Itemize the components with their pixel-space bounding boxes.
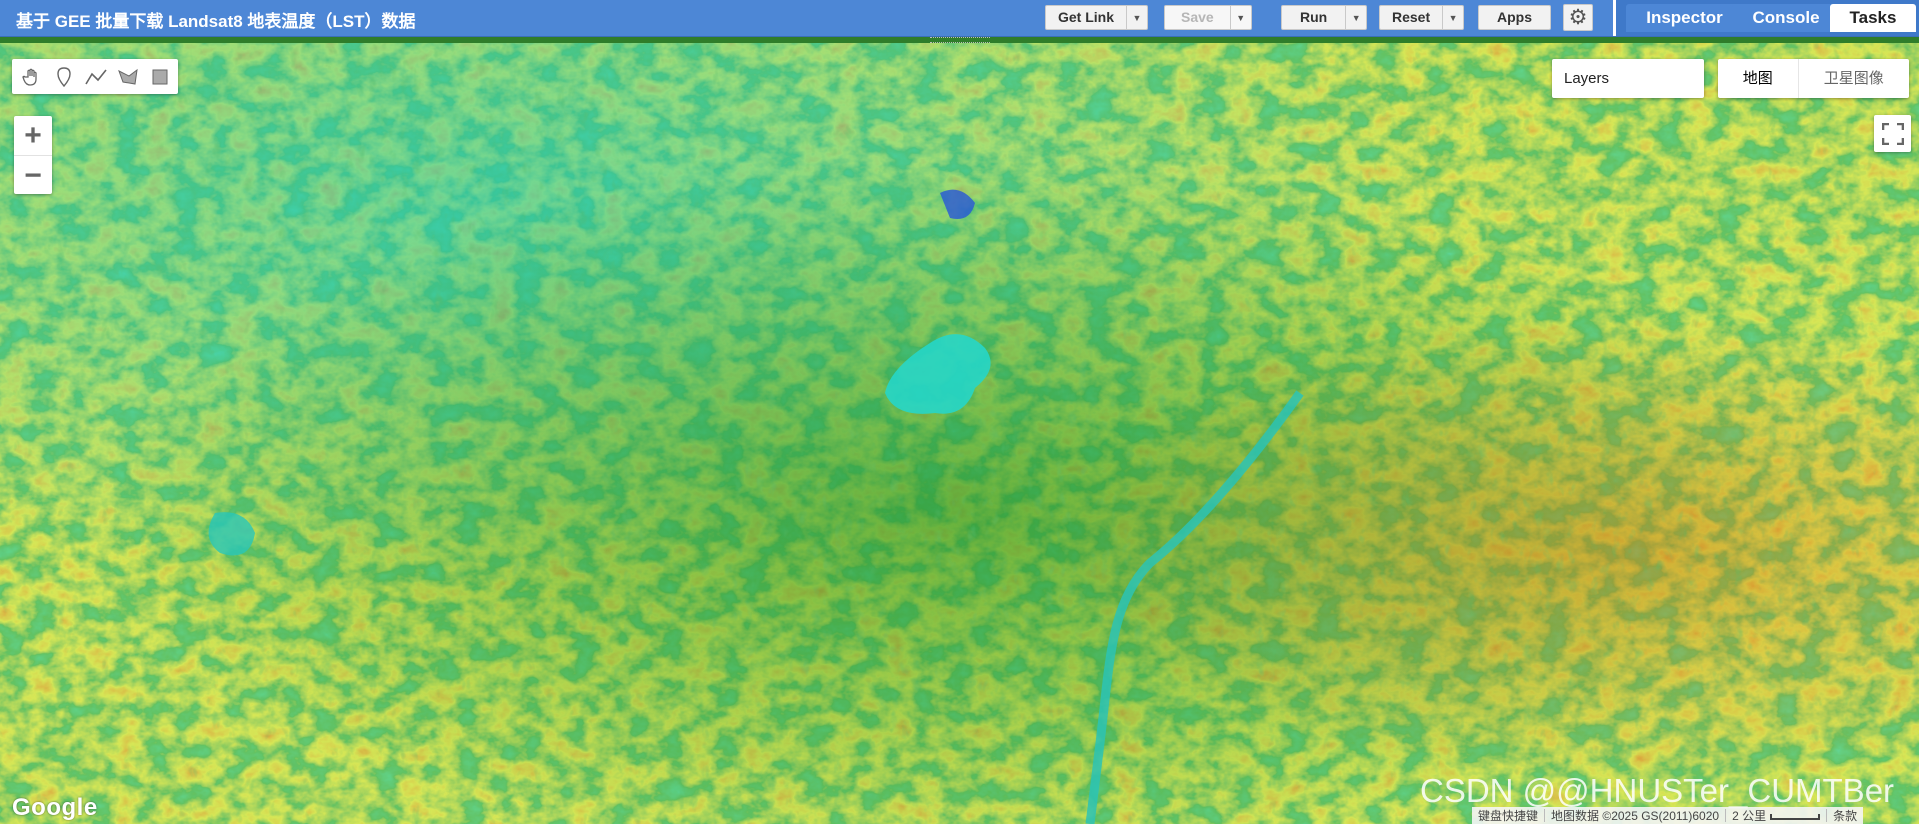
chevron-down-icon[interactable]: ▼: [1345, 6, 1366, 29]
zoom-out-button[interactable]: −: [14, 156, 52, 195]
get-link-button[interactable]: Get Link ▼: [1045, 5, 1149, 30]
map-type-roadmap[interactable]: 地图: [1718, 59, 1799, 98]
scale-indicator[interactable]: 2 公里: [1726, 807, 1826, 824]
lst-raster-layer: [0, 43, 1919, 824]
chevron-down-icon[interactable]: ▼: [1126, 6, 1147, 29]
map-type-satellite[interactable]: 卫星图像: [1799, 59, 1909, 98]
line-icon[interactable]: [80, 62, 112, 92]
map-data-credit: 地图数据 ©2025 GS(2011)6020: [1551, 809, 1720, 823]
right-panel-tabs: Inspector Console Tasks: [1613, 0, 1919, 36]
rectangle-icon[interactable]: [144, 62, 176, 92]
reset-button[interactable]: Reset ▼: [1379, 5, 1465, 30]
tab-console[interactable]: Console: [1732, 4, 1840, 32]
fullscreen-icon[interactable]: [1874, 115, 1911, 152]
reset-label: Reset: [1392, 9, 1431, 25]
terms-link[interactable]: 条款: [1827, 807, 1863, 824]
chevron-down-icon[interactable]: ▼: [1442, 6, 1463, 29]
script-title: 基于 GEE 批量下载 Landsat8 地表温度（LST）数据: [16, 12, 416, 31]
scale-label: 2 公里: [1732, 809, 1767, 823]
marker-icon[interactable]: [48, 62, 80, 92]
drawing-tools: [12, 59, 178, 94]
watermark-text: CSDN @@HNUSTer_CUMTBer: [1420, 772, 1895, 809]
map-canvas[interactable]: + − Layers 地图 卫星图像 Google CSDN @@HNUSTer…: [0, 43, 1919, 824]
apps-button[interactable]: Apps: [1478, 5, 1551, 30]
zoom-control: + −: [14, 116, 52, 194]
map-attribution: 键盘快捷键 地图数据 ©2025 GS(2011)6020 2 公里 条款: [1472, 807, 1864, 824]
gear-icon[interactable]: ⚙: [1563, 4, 1593, 31]
tab-tasks[interactable]: Tasks: [1830, 4, 1916, 32]
polygon-icon[interactable]: [112, 62, 144, 92]
get-link-label: Get Link: [1058, 9, 1115, 25]
map-type-control: 地图 卫星图像: [1718, 59, 1909, 98]
keyboard-shortcuts-link[interactable]: 键盘快捷键: [1472, 807, 1544, 824]
run-button[interactable]: Run ▼: [1281, 5, 1368, 30]
google-logo[interactable]: Google: [12, 794, 98, 822]
save-button[interactable]: Save ▼: [1164, 5, 1252, 30]
tab-inspector[interactable]: Inspector: [1626, 4, 1743, 32]
save-label: Save: [1181, 9, 1214, 25]
chevron-down-icon[interactable]: ▼: [1229, 6, 1251, 29]
raster-detail: [0, 43, 1919, 824]
apps-label: Apps: [1497, 9, 1532, 25]
run-label: Run: [1300, 9, 1328, 25]
layers-button[interactable]: Layers: [1552, 59, 1704, 98]
code-editor-toolbar: 基于 GEE 批量下载 Landsat8 地表温度（LST）数据 Get Lin…: [0, 0, 1919, 37]
hand-icon[interactable]: [16, 62, 48, 92]
zoom-in-button[interactable]: +: [14, 116, 52, 156]
scale-bar: [1770, 813, 1821, 820]
